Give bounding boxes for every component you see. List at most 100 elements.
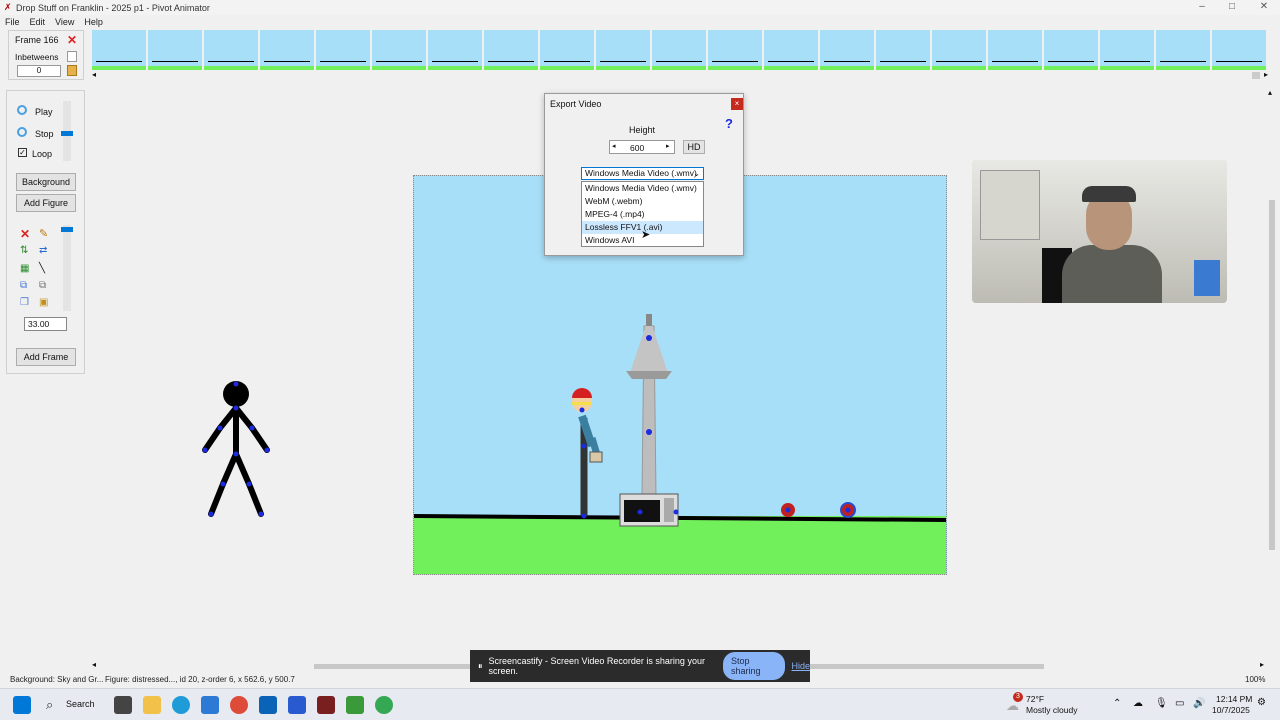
edit-figure-icon[interactable]: ✎ — [39, 227, 48, 240]
copy-frame-icon[interactable] — [67, 51, 77, 62]
frame-thumbnail[interactable] — [372, 30, 426, 70]
scroll-left-icon[interactable]: ◂ — [92, 70, 96, 79]
maximize-button[interactable]: □ — [1216, 0, 1248, 15]
canvas-vertical-scrollbar[interactable]: ▴ — [1268, 88, 1276, 660]
taskbar-search[interactable]: Search — [66, 699, 95, 709]
loop-checkbox[interactable]: ✓ — [18, 148, 27, 157]
inbetweens-stepper[interactable]: 0 — [17, 65, 61, 77]
screen-share-bar: ⏸ Screencastify - Screen Video Recorder … — [470, 650, 810, 682]
scale-input[interactable]: 33.00 — [24, 317, 67, 331]
menu-file[interactable]: File — [5, 17, 20, 27]
menu-view[interactable]: View — [55, 17, 74, 27]
status-background: Background: Sky and Gr... — [10, 675, 104, 684]
scale-slider[interactable] — [63, 225, 71, 311]
scroll-right-icon[interactable]: ▸ — [1264, 70, 1268, 79]
hd-button[interactable]: HD — [683, 140, 705, 154]
file-explorer-icon[interactable] — [143, 696, 161, 714]
frame-thumbnail[interactable] — [764, 30, 818, 70]
clock-date[interactable]: 10/7/2025 — [1212, 705, 1250, 715]
scale-slider-thumb[interactable] — [61, 227, 73, 232]
calendar-icon[interactable] — [288, 696, 306, 714]
minimize-button[interactable]: – — [1186, 0, 1218, 15]
format-option[interactable]: Windows Media Video (.wmv) — [582, 182, 703, 195]
frame-thumbnail[interactable] — [1212, 30, 1266, 70]
frame-thumbnail[interactable] — [428, 30, 482, 70]
color-icon[interactable]: ▦ — [20, 263, 29, 274]
webcam-overlay[interactable] — [972, 160, 1227, 303]
outlook-icon[interactable] — [259, 696, 277, 714]
frame-thumbnail[interactable] — [988, 30, 1042, 70]
back-icon[interactable]: ⧉ — [39, 280, 46, 291]
frame-thumbnail[interactable] — [1156, 30, 1210, 70]
flip-icon[interactable]: ⇅ — [20, 245, 28, 256]
front-icon[interactable]: ⧉ — [20, 280, 27, 291]
frame-thumbnail[interactable] — [148, 30, 202, 70]
clock-time[interactable]: 12:14 PM — [1216, 694, 1252, 704]
format-option[interactable]: MPEG-4 (.mp4) — [582, 208, 703, 221]
play-radio[interactable] — [17, 105, 27, 115]
library-stickfigure[interactable] — [195, 378, 277, 523]
frame-thumbnail[interactable] — [652, 30, 706, 70]
paste-frame-icon[interactable] — [67, 65, 77, 76]
close-window-button[interactable]: ✕ — [1248, 0, 1280, 15]
frame-thumbnail[interactable] — [540, 30, 594, 70]
store-icon[interactable] — [201, 696, 219, 714]
search-icon[interactable]: ⌕ — [46, 697, 53, 713]
background-button[interactable]: Background — [16, 173, 76, 191]
frame-thumbnail[interactable] — [260, 30, 314, 70]
frame-thumbnail[interactable] — [1100, 30, 1154, 70]
line-tool-icon[interactable]: ╲ — [39, 263, 45, 274]
speed-slider-thumb[interactable] — [61, 131, 73, 136]
scroll-up-icon[interactable]: ▴ — [1268, 88, 1272, 97]
frame-thumbnail[interactable] — [932, 30, 986, 70]
chrome-profile-icon[interactable] — [375, 696, 393, 714]
menu-help[interactable]: Help — [84, 17, 103, 27]
microphone-icon[interactable]: 🎙 — [1155, 698, 1168, 709]
frame-thumbnail[interactable] — [820, 30, 874, 70]
frame-strip[interactable] — [92, 30, 1274, 70]
add-figure-button[interactable]: Add Figure — [16, 194, 76, 212]
frame-thumbnail[interactable] — [316, 30, 370, 70]
hscroll-right-icon[interactable]: ▸ — [1260, 660, 1264, 669]
increase-icon[interactable]: ▸ — [666, 142, 670, 150]
frame-thumbnail[interactable] — [204, 30, 258, 70]
windows-start-icon[interactable] — [13, 696, 31, 714]
task-view-icon[interactable] — [114, 696, 132, 714]
format-select[interactable]: Windows Media Video (.wmv) ⌄ — [581, 167, 704, 180]
frame-scrollbar[interactable]: ◂ ▸ — [92, 70, 1274, 80]
tray-chevron-icon[interactable]: ⌃ — [1113, 698, 1121, 709]
notification-icon[interactable]: ⚙ — [1257, 697, 1266, 708]
help-button[interactable]: ? — [725, 116, 733, 131]
edge-icon[interactable] — [172, 696, 190, 714]
hide-button[interactable]: Hide — [791, 661, 810, 671]
stop-sharing-button[interactable]: Stop sharing — [723, 652, 786, 680]
paste-figure-icon[interactable]: ▣ — [39, 297, 48, 308]
volume-icon[interactable]: 🔊 — [1193, 698, 1205, 709]
height-stepper[interactable]: ◂ 600 ▸ — [609, 140, 675, 154]
stop-radio[interactable] — [17, 127, 27, 137]
pivot-animator-icon[interactable] — [317, 696, 335, 714]
minecraft-icon[interactable] — [346, 696, 364, 714]
delete-frame-icon[interactable]: ✕ — [67, 33, 77, 47]
menu-edit[interactable]: Edit — [30, 17, 46, 27]
copy-figure-icon[interactable]: ❐ — [20, 297, 29, 308]
frame-thumbnail[interactable] — [484, 30, 538, 70]
network-icon[interactable]: ▭ — [1175, 698, 1184, 709]
vertical-scroll-thumb[interactable] — [1269, 200, 1275, 550]
pause-icon[interactable]: ⏸ — [478, 661, 483, 672]
dialog-close-button[interactable]: × — [731, 98, 743, 110]
frame-thumbnail[interactable] — [708, 30, 762, 70]
frame-thumbnail[interactable] — [596, 30, 650, 70]
hscroll-left-icon[interactable]: ◂ — [92, 660, 96, 669]
chrome-icon[interactable] — [230, 696, 248, 714]
delete-figure-icon[interactable]: ✕ — [20, 227, 30, 241]
join-icon[interactable]: ⇄ — [39, 245, 47, 256]
add-frame-button[interactable]: Add Frame — [16, 348, 76, 366]
scroll-thumb[interactable] — [1252, 72, 1260, 79]
frame-thumbnail[interactable] — [876, 30, 930, 70]
onedrive-icon[interactable]: ☁ — [1133, 698, 1143, 709]
format-option[interactable]: WebM (.webm) — [582, 195, 703, 208]
frame-thumbnail[interactable] — [1044, 30, 1098, 70]
frame-thumbnail[interactable] — [92, 30, 146, 70]
decrease-icon[interactable]: ◂ — [612, 142, 616, 150]
